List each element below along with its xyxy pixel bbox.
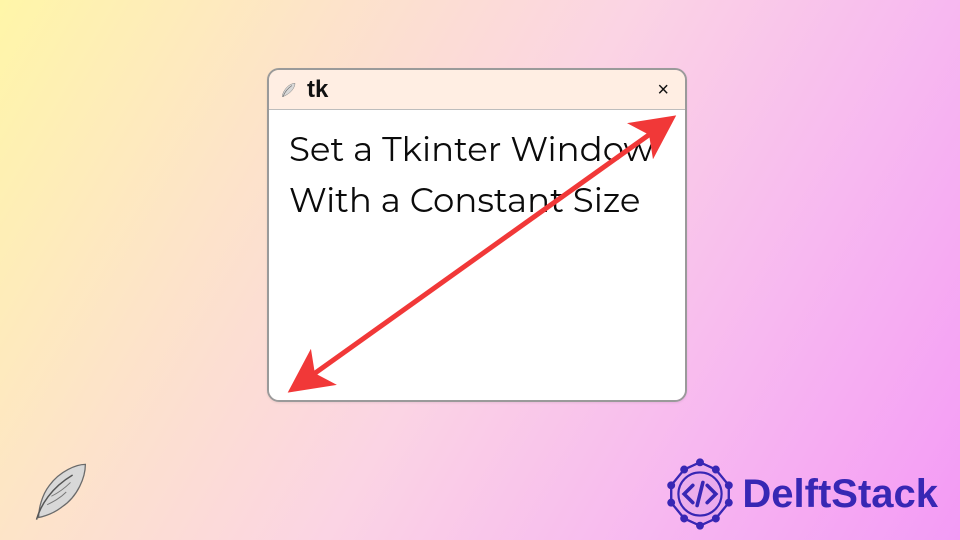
window-content: Set a Tkinter Window With a Constant Siz… [269,110,685,400]
tk-window: tk × Set a Tkinter Window With a Constan… [267,68,687,402]
delftstack-emblem-icon [664,458,736,530]
window-title: tk [307,76,328,104]
feather-icon [279,80,299,100]
content-text: Set a Tkinter Window With a Constant Siz… [289,124,665,226]
brand-logo: DelftStack [664,458,938,530]
close-button[interactable]: × [651,76,675,104]
canvas: tk × Set a Tkinter Window With a Constan… [0,0,960,540]
brand-name: DelftStack [742,472,938,517]
titlebar[interactable]: tk × [269,70,685,110]
feather-icon [28,458,96,526]
